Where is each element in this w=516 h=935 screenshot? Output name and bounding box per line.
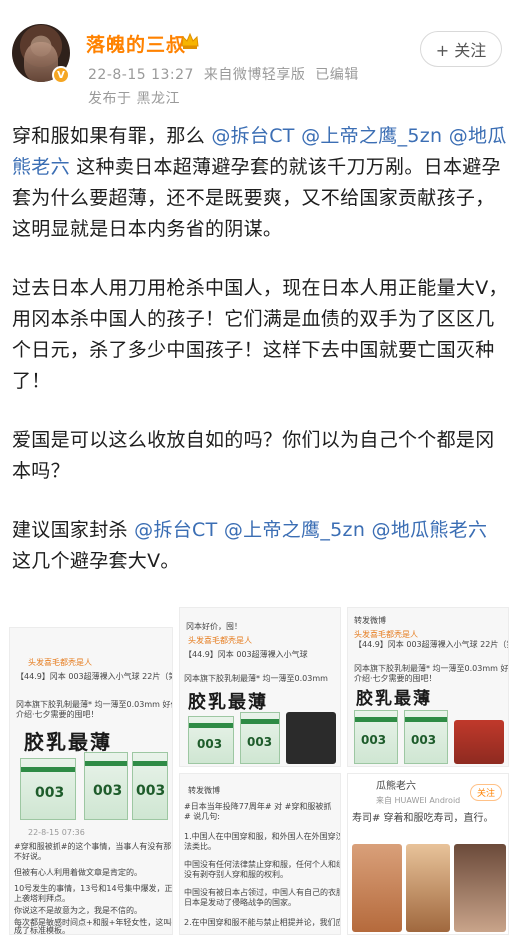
- image-4-header: 转发微博: [188, 786, 220, 795]
- image-1-line: 【44.9】冈本 003超薄裸入小气球 22片（第三选项起）: [16, 672, 173, 681]
- mention-link[interactable]: @上帝之鹰_5zn: [301, 125, 442, 147]
- image-5-account: 瓜熊老六: [376, 781, 416, 792]
- post-paragraph-2: 过去日本人用刀用枪杀中国人，现在日本人用正能量大V，用冈本杀中国人的孩子！它们满…: [12, 277, 508, 392]
- image-3-line: 介绍·七夕需要的囤吧！: [354, 674, 437, 683]
- mention-link[interactable]: @上帝之鹰_5zn: [224, 519, 365, 541]
- image-grid: 头发喜毛都秃是人 【44.9】冈本 003超薄裸入小气球 22片（第三选项起） …: [9, 607, 509, 935]
- image-thumbnail-2[interactable]: 冈本好价，囤！ 头发喜毛都秃是人 【44.9】冈本 003超薄裸入小气球 冈本旗…: [179, 607, 341, 767]
- image-4-line: 中国没有任何法律禁止穿和服，任何个人和组织也都: [184, 860, 340, 869]
- image-2-line: 冈本旗下胶乳制最薄* 均一薄至0.03mm: [184, 674, 328, 683]
- image-3-line: 冈本旗下胶乳制最薄* 均一薄至0.03mm 好价不多: [354, 664, 509, 673]
- post-paragraph-1: 穿和服如果有罪，那么 @拆台CT @上帝之鹰_5zn @地瓜熊老六 这种卖日本超…: [12, 121, 508, 245]
- image-3-line: 【44.9】冈本 003超薄裸入小气球 22片（第三选项起）: [354, 640, 508, 649]
- image-1-caption: #穿和服被抓#的这个事情，当事人有没有那个意思: [14, 842, 172, 851]
- image-3-package: 003: [404, 710, 448, 764]
- image-1-time: 22-8-15 07:36: [28, 828, 85, 837]
- post-body: 穿和服如果有罪，那么 @拆台CT @上帝之鹰_5zn @地瓜熊老六 这种卖日本超…: [12, 121, 508, 605]
- image-4-line: 没有剥夺别人穿和服的权利。: [184, 870, 288, 879]
- image-3-package-title: 胶乳最薄: [356, 689, 432, 709]
- mention-link[interactable]: @拆台CT: [211, 125, 294, 147]
- post-text: 这种卖日本超薄避孕套的就该千刀万剐。日本避孕套为什么要超薄，还不是既要爽，又不给…: [12, 156, 501, 240]
- post-paragraph-4: 建议国家封杀 @拆台CT @上帝之鹰_5zn @地瓜熊老六 这几个避孕套大V。: [12, 515, 508, 577]
- post-source: 来自微博轻享版: [203, 67, 306, 83]
- post-meta: 22-8-15 13:27 来自微博轻享版 已编辑: [88, 64, 359, 84]
- image-1-caption: 成了标准模板。: [14, 926, 70, 935]
- post-paragraph-3: 爱国是可以这么收放自如的吗？你们以为自己个个都是冈本吗？: [12, 429, 495, 482]
- image-3-header: 转发微博: [354, 616, 386, 625]
- mention-link[interactable]: @拆台CT: [134, 519, 217, 541]
- image-4-line: 2.在中国穿和服不能与禁止相提并论，我们应该要求人: [184, 918, 340, 927]
- image-1-caption: 10号发生的事情，13号和14号集中爆发，正好赶: [14, 884, 173, 893]
- post-location: 发布于 黑龙江: [88, 91, 180, 107]
- image-4-line: 1.中国人在中国穿和服，和外国人在外国穿汉服，无: [184, 832, 340, 841]
- image-4-line: # 说几句:: [184, 812, 220, 821]
- image-2-package: 003: [240, 712, 280, 764]
- image-1-package: 003: [84, 752, 128, 820]
- image-1-caption: 上袭塔利拜点。: [14, 894, 70, 903]
- image-thumbnail-1[interactable]: 头发喜毛都秃是人 【44.9】冈本 003超薄裸入小气球 22片（第三选项起） …: [9, 627, 173, 935]
- image-1-caption: 你说这不是故意为之，我是不信的。: [14, 906, 142, 915]
- image-2-line: 【44.9】冈本 003超薄裸入小气球: [184, 650, 308, 659]
- image-5-photo-sushi: [352, 844, 402, 932]
- image-1-package: 003: [132, 752, 168, 820]
- post-text: 穿和服如果有罪，那么: [12, 125, 212, 147]
- image-2-header: 冈本好价，囤！: [186, 622, 242, 631]
- image-1-account: 头发喜毛都秃是人: [28, 658, 92, 667]
- post-text: 这几个避孕套大V。: [12, 550, 180, 572]
- crown-icon: [181, 32, 199, 49]
- image-2-account: 头发喜毛都秃是人: [188, 636, 252, 645]
- image-4-line: 中国没有被日本占领过，中国人有自己的衣服和文化，: [184, 888, 340, 897]
- image-3-package: 003: [354, 710, 398, 764]
- image-thumbnail-3[interactable]: 转发微博 头发喜毛都秃是人 【44.9】冈本 003超薄裸入小气球 22片（第三…: [347, 607, 509, 767]
- image-thumbnail-5[interactable]: 瓜熊老六 来自 HUAWEI Android 关注 寿司# 穿着和服吃寿司，直行…: [347, 773, 509, 935]
- image-5-follow-button: 关注: [470, 784, 503, 801]
- image-4-line: #日本当年投降77周年# 对 #穿和服被抓: [184, 802, 332, 811]
- mention-link[interactable]: @地瓜熊老六: [372, 519, 488, 541]
- image-1-package: 003: [20, 758, 76, 820]
- image-1-line: 冈本旗下胶乳制最薄* 均一薄至0.03mm 好价不多: [16, 700, 172, 709]
- image-1-line: 介绍·七夕需要的囤吧！: [16, 710, 99, 719]
- image-5-meta: 来自 HUAWEI Android: [376, 796, 461, 805]
- verified-badge-icon: V: [52, 66, 70, 84]
- image-2-package-title: 胶乳最薄: [188, 692, 268, 713]
- image-thumbnail-4[interactable]: 转发微博 #日本当年投降77周年# 对 #穿和服被抓 # 说几句: 1.中国人在…: [179, 773, 341, 935]
- image-1-package-title: 胶乳最薄: [24, 730, 112, 754]
- image-4-line: 日本是发动了侵略战争的国家。: [184, 898, 296, 907]
- edited-label: 已编辑: [315, 67, 359, 83]
- username[interactable]: 落魄的三叔: [86, 30, 186, 57]
- image-3-account: 头发喜毛都秃是人: [354, 630, 418, 639]
- post-text: 建议国家封杀: [12, 519, 135, 541]
- image-4-line: 法类比。: [184, 842, 216, 851]
- image-5-photo-table: [406, 844, 450, 932]
- image-1-caption: 不好说。: [14, 852, 46, 861]
- image-3-product-photo: [454, 720, 504, 764]
- post-timestamp: 22-8-15 13:27: [88, 67, 194, 83]
- post-header: V 落魄的三叔 22-8-15 13:27 来自微博轻享版 已编辑 发布于 黑龙…: [0, 0, 516, 110]
- image-5-line: 寿司# 穿着和服吃寿司，直行。: [352, 813, 494, 824]
- image-5-photo-person: [454, 844, 506, 932]
- follow-button[interactable]: + 关注: [420, 31, 502, 67]
- image-1-caption: 但被有心人利用着做文章是肯定的。: [14, 868, 142, 877]
- image-2-product-photo: [286, 712, 336, 764]
- image-2-package: 003: [188, 716, 234, 764]
